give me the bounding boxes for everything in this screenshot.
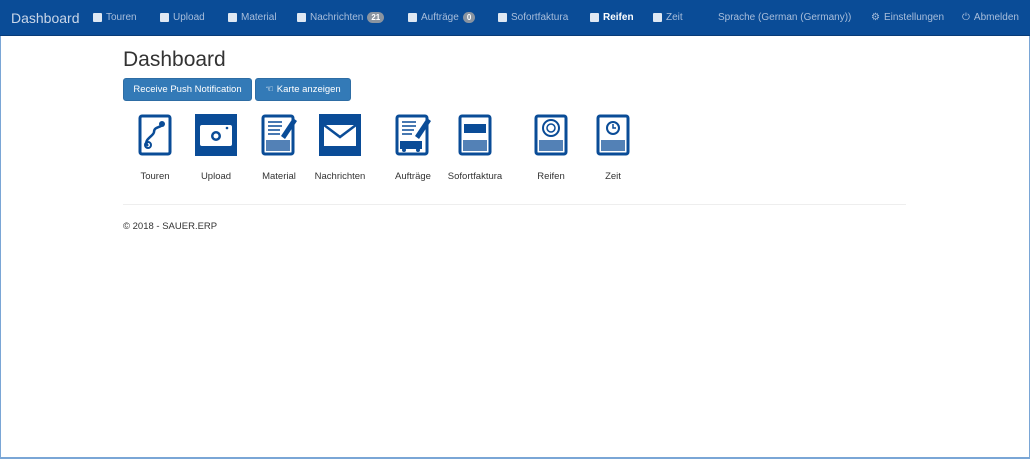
nav-label: Reifen [603, 12, 634, 23]
nav-settings[interactable]: ⚙ Einstellungen [871, 12, 944, 23]
tile-label: Aufträge [395, 171, 431, 182]
tile-zeit[interactable]: Zeit [578, 114, 648, 182]
gear-icon: ⚙ [871, 12, 880, 23]
push-notification-button[interactable]: Receive Push Notification [123, 78, 252, 101]
divider [123, 204, 906, 205]
tile-touren[interactable]: Touren [120, 114, 190, 182]
nav-label: Einstellungen [883, 12, 945, 23]
nav-label: Nachrichten [310, 12, 364, 23]
envelope-icon [319, 114, 361, 156]
power-icon: ⏻ [962, 12, 970, 23]
invoice-icon [498, 13, 507, 22]
button-label: Karte anzeigen [276, 84, 341, 95]
nav-auftraege[interactable]: Aufträge 0 [408, 12, 476, 23]
material-icon [261, 114, 297, 156]
tile-sofortfaktura[interactable]: Sofortfaktura [440, 114, 510, 182]
nav-label: Material [241, 12, 277, 23]
nav-label: Zeit [666, 12, 683, 23]
nav-nachrichten[interactable]: Nachrichten 21 [297, 12, 385, 23]
show-map-button[interactable]: ☜ Karte anzeigen [255, 78, 351, 101]
tile-label: Nachrichten [314, 171, 366, 182]
tile-upload[interactable]: Upload [181, 114, 251, 182]
tile-material[interactable]: Material [244, 114, 314, 182]
nav-upload[interactable]: Upload [160, 12, 205, 23]
messages-badge: 21 [367, 12, 385, 23]
nav-touren[interactable]: Touren [93, 12, 137, 23]
orders-badge: 0 [462, 12, 476, 23]
route-icon [138, 114, 172, 156]
material-icon [228, 13, 237, 22]
tile-label: Reifen [537, 171, 565, 182]
route-icon [93, 13, 102, 22]
page-title: Dashboard [123, 48, 226, 71]
orders-icon [408, 13, 417, 22]
nav-brand[interactable]: Dashboard [11, 10, 80, 26]
navbar: Dashboard Touren Upload Material Nachric… [0, 0, 1030, 36]
nav-label: Sofortfaktura [511, 12, 569, 23]
clock-icon [653, 13, 662, 22]
tile-label: Touren [140, 171, 170, 182]
nav-material[interactable]: Material [228, 12, 277, 23]
footer-copyright: © 2018 - SAUER.ERP [123, 221, 218, 232]
nav-label: Abmelden [973, 12, 1019, 23]
nav-label: Aufträge [421, 12, 459, 23]
nav-label: Touren [106, 12, 137, 23]
tile-label: Zeit [605, 171, 621, 182]
button-label: Receive Push Notification [133, 84, 242, 95]
nav-label: Upload [173, 12, 205, 23]
invoice-icon [458, 114, 492, 156]
nav-logout[interactable]: ⏻ Abmelden [962, 12, 1019, 23]
orders-icon [395, 114, 431, 156]
tile-auftraege[interactable]: Aufträge [378, 114, 448, 182]
nav-zeit[interactable]: Zeit [653, 12, 683, 23]
tile-label: Sofortfaktura [447, 171, 503, 182]
nav-language[interactable]: Sprache (German (Germany)) [718, 12, 851, 23]
tile-label: Material [262, 171, 296, 182]
nav-reifen[interactable]: Reifen [590, 12, 634, 23]
camera-icon [195, 114, 237, 156]
tile-nachrichten[interactable]: Nachrichten [305, 114, 375, 182]
hand-pointer-icon: ☜ [265, 84, 274, 95]
nav-sofortfaktura[interactable]: Sofortfaktura [498, 12, 568, 23]
tire-icon [590, 13, 599, 22]
tile-reifen[interactable]: Reifen [516, 114, 586, 182]
tile-label: Upload [200, 171, 232, 182]
envelope-icon [297, 13, 306, 22]
clock-icon [596, 114, 630, 156]
camera-icon [160, 13, 169, 22]
tire-icon [534, 114, 568, 156]
